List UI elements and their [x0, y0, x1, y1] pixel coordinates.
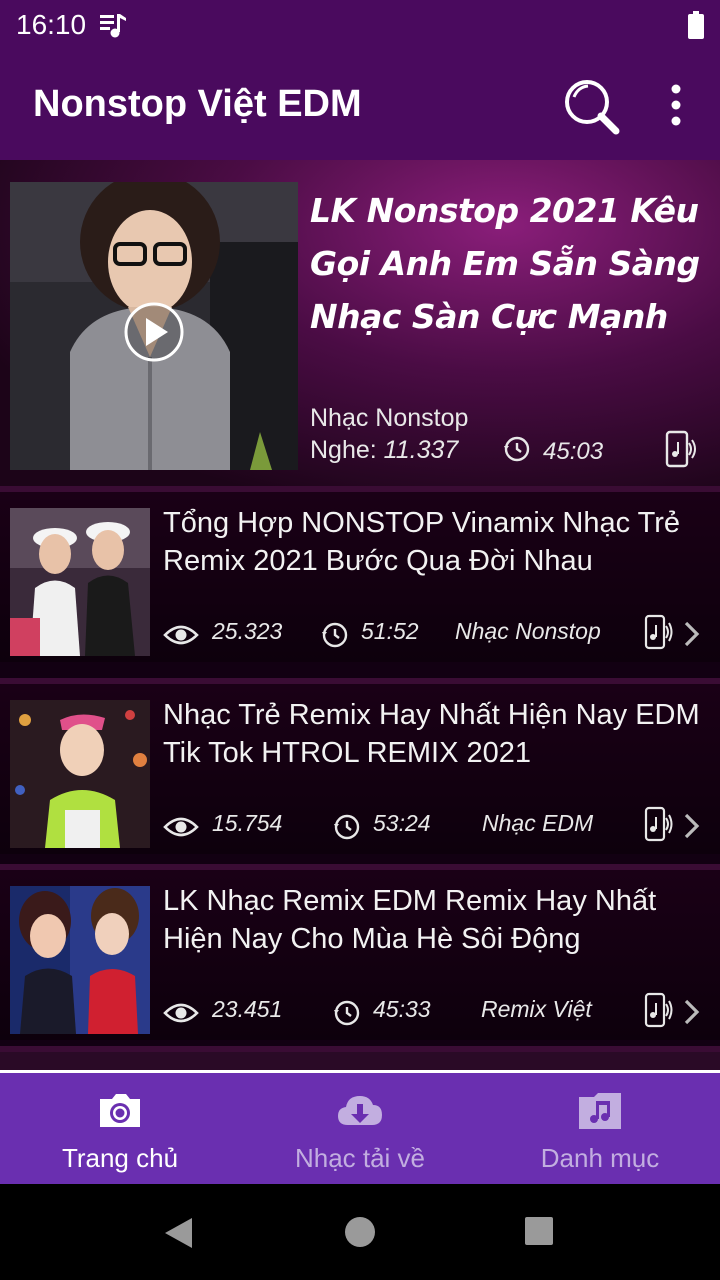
track-title[interactable]: LK Nhạc Remix EDM Remix Hay Nhất Hiện Na…: [163, 882, 708, 958]
nav-downloads[interactable]: Nhạc tải về: [240, 1073, 480, 1184]
phone-audio-icon[interactable]: [643, 614, 673, 650]
status-time: 16:10: [16, 9, 87, 40]
list-item[interactable]: LK Nhạc Remix EDM Remix Hay Nhất Hiện Na…: [0, 864, 720, 1040]
featured-listens: Nghe: 11.337: [310, 436, 459, 464]
eye-views-icon: [163, 817, 199, 837]
track-thumbnail[interactable]: [10, 508, 150, 656]
track-category: Remix Việt: [481, 996, 592, 1022]
featured-title[interactable]: LK Nonstop 2021 Kêu Gọi Anh Em Sẵn Sàng …: [310, 184, 710, 343]
chevron-right-icon[interactable]: [682, 620, 702, 648]
track-duration: 53:24: [373, 810, 431, 836]
track-thumbnail[interactable]: [10, 886, 150, 1034]
list-divider: [0, 1046, 720, 1070]
eye-views-icon: [163, 625, 199, 645]
track-duration: 45:33: [373, 996, 431, 1022]
nav-home-label: Trang chủ: [61, 1143, 179, 1173]
list-item[interactable]: Nhạc Trẻ Remix Hay Nhất Hiện Nay EDM Tik…: [0, 678, 720, 854]
track-category: Nhạc EDM: [482, 810, 594, 836]
status-bar: 16:10: [0, 0, 720, 50]
content-list: LK Nonstop 2021 Kêu Gọi Anh Em Sẵn Sàng …: [0, 160, 720, 1070]
track-title[interactable]: Nhạc Trẻ Remix Hay Nhất Hiện Nay EDM Tik…: [163, 696, 708, 772]
clock-history-icon: [334, 814, 360, 840]
track-title[interactable]: Tổng Hợp NONSTOP Vinamix Nhạc Trẻ Remix …: [163, 504, 708, 580]
featured-thumbnail[interactable]: [10, 182, 298, 470]
nav-home[interactable]: Trang chủ: [0, 1073, 240, 1184]
home-camera-icon: [100, 1094, 140, 1127]
featured-track[interactable]: LK Nonstop 2021 Kêu Gọi Anh Em Sẵn Sàng …: [0, 160, 720, 486]
track-category: Nhạc Nonstop: [455, 618, 601, 644]
featured-duration: 45:03: [543, 438, 604, 465]
music-queue-icon: [100, 14, 127, 38]
track-views: 25.323: [212, 618, 283, 644]
system-navigation-bar: [0, 1184, 720, 1280]
nav-categories-label: Danh mục: [540, 1143, 660, 1173]
bottom-navigation: Trang chủ Nhạc tải về Danh mục: [0, 1070, 720, 1184]
home-icon[interactable]: [344, 1216, 376, 1248]
featured-category: Nhạc Nonstop: [310, 404, 469, 432]
track-views: 23.451: [212, 996, 283, 1022]
nav-downloads-label: Nhạc tải về: [294, 1143, 426, 1173]
back-icon[interactable]: [162, 1216, 194, 1250]
chevron-right-icon[interactable]: [682, 998, 702, 1026]
chevron-right-icon[interactable]: [682, 812, 702, 840]
battery-icon: [688, 11, 704, 39]
more-vert-icon[interactable]: [660, 83, 692, 127]
phone-audio-icon[interactable]: [643, 992, 673, 1028]
clock-history-icon: [322, 622, 348, 648]
eye-views-icon: [163, 1003, 199, 1023]
track-thumbnail[interactable]: [10, 700, 150, 848]
list-item[interactable]: Tổng Hợp NONSTOP Vinamix Nhạc Trẻ Remix …: [0, 486, 720, 662]
clock-history-icon: [504, 436, 530, 462]
cloud-download-icon: [338, 1096, 382, 1125]
search-icon[interactable]: [560, 75, 624, 139]
phone-audio-icon[interactable]: [664, 430, 698, 468]
recents-icon[interactable]: [524, 1216, 554, 1246]
music-folder-icon: [579, 1093, 621, 1129]
clock-history-icon: [334, 1000, 360, 1026]
track-duration: 51:52: [361, 618, 419, 644]
app-title: Nonstop Việt EDM: [33, 83, 362, 125]
track-views: 15.754: [212, 810, 283, 836]
nav-categories[interactable]: Danh mục: [480, 1073, 720, 1184]
phone-audio-icon[interactable]: [643, 806, 673, 842]
app-bar: Nonstop Việt EDM: [0, 50, 720, 160]
